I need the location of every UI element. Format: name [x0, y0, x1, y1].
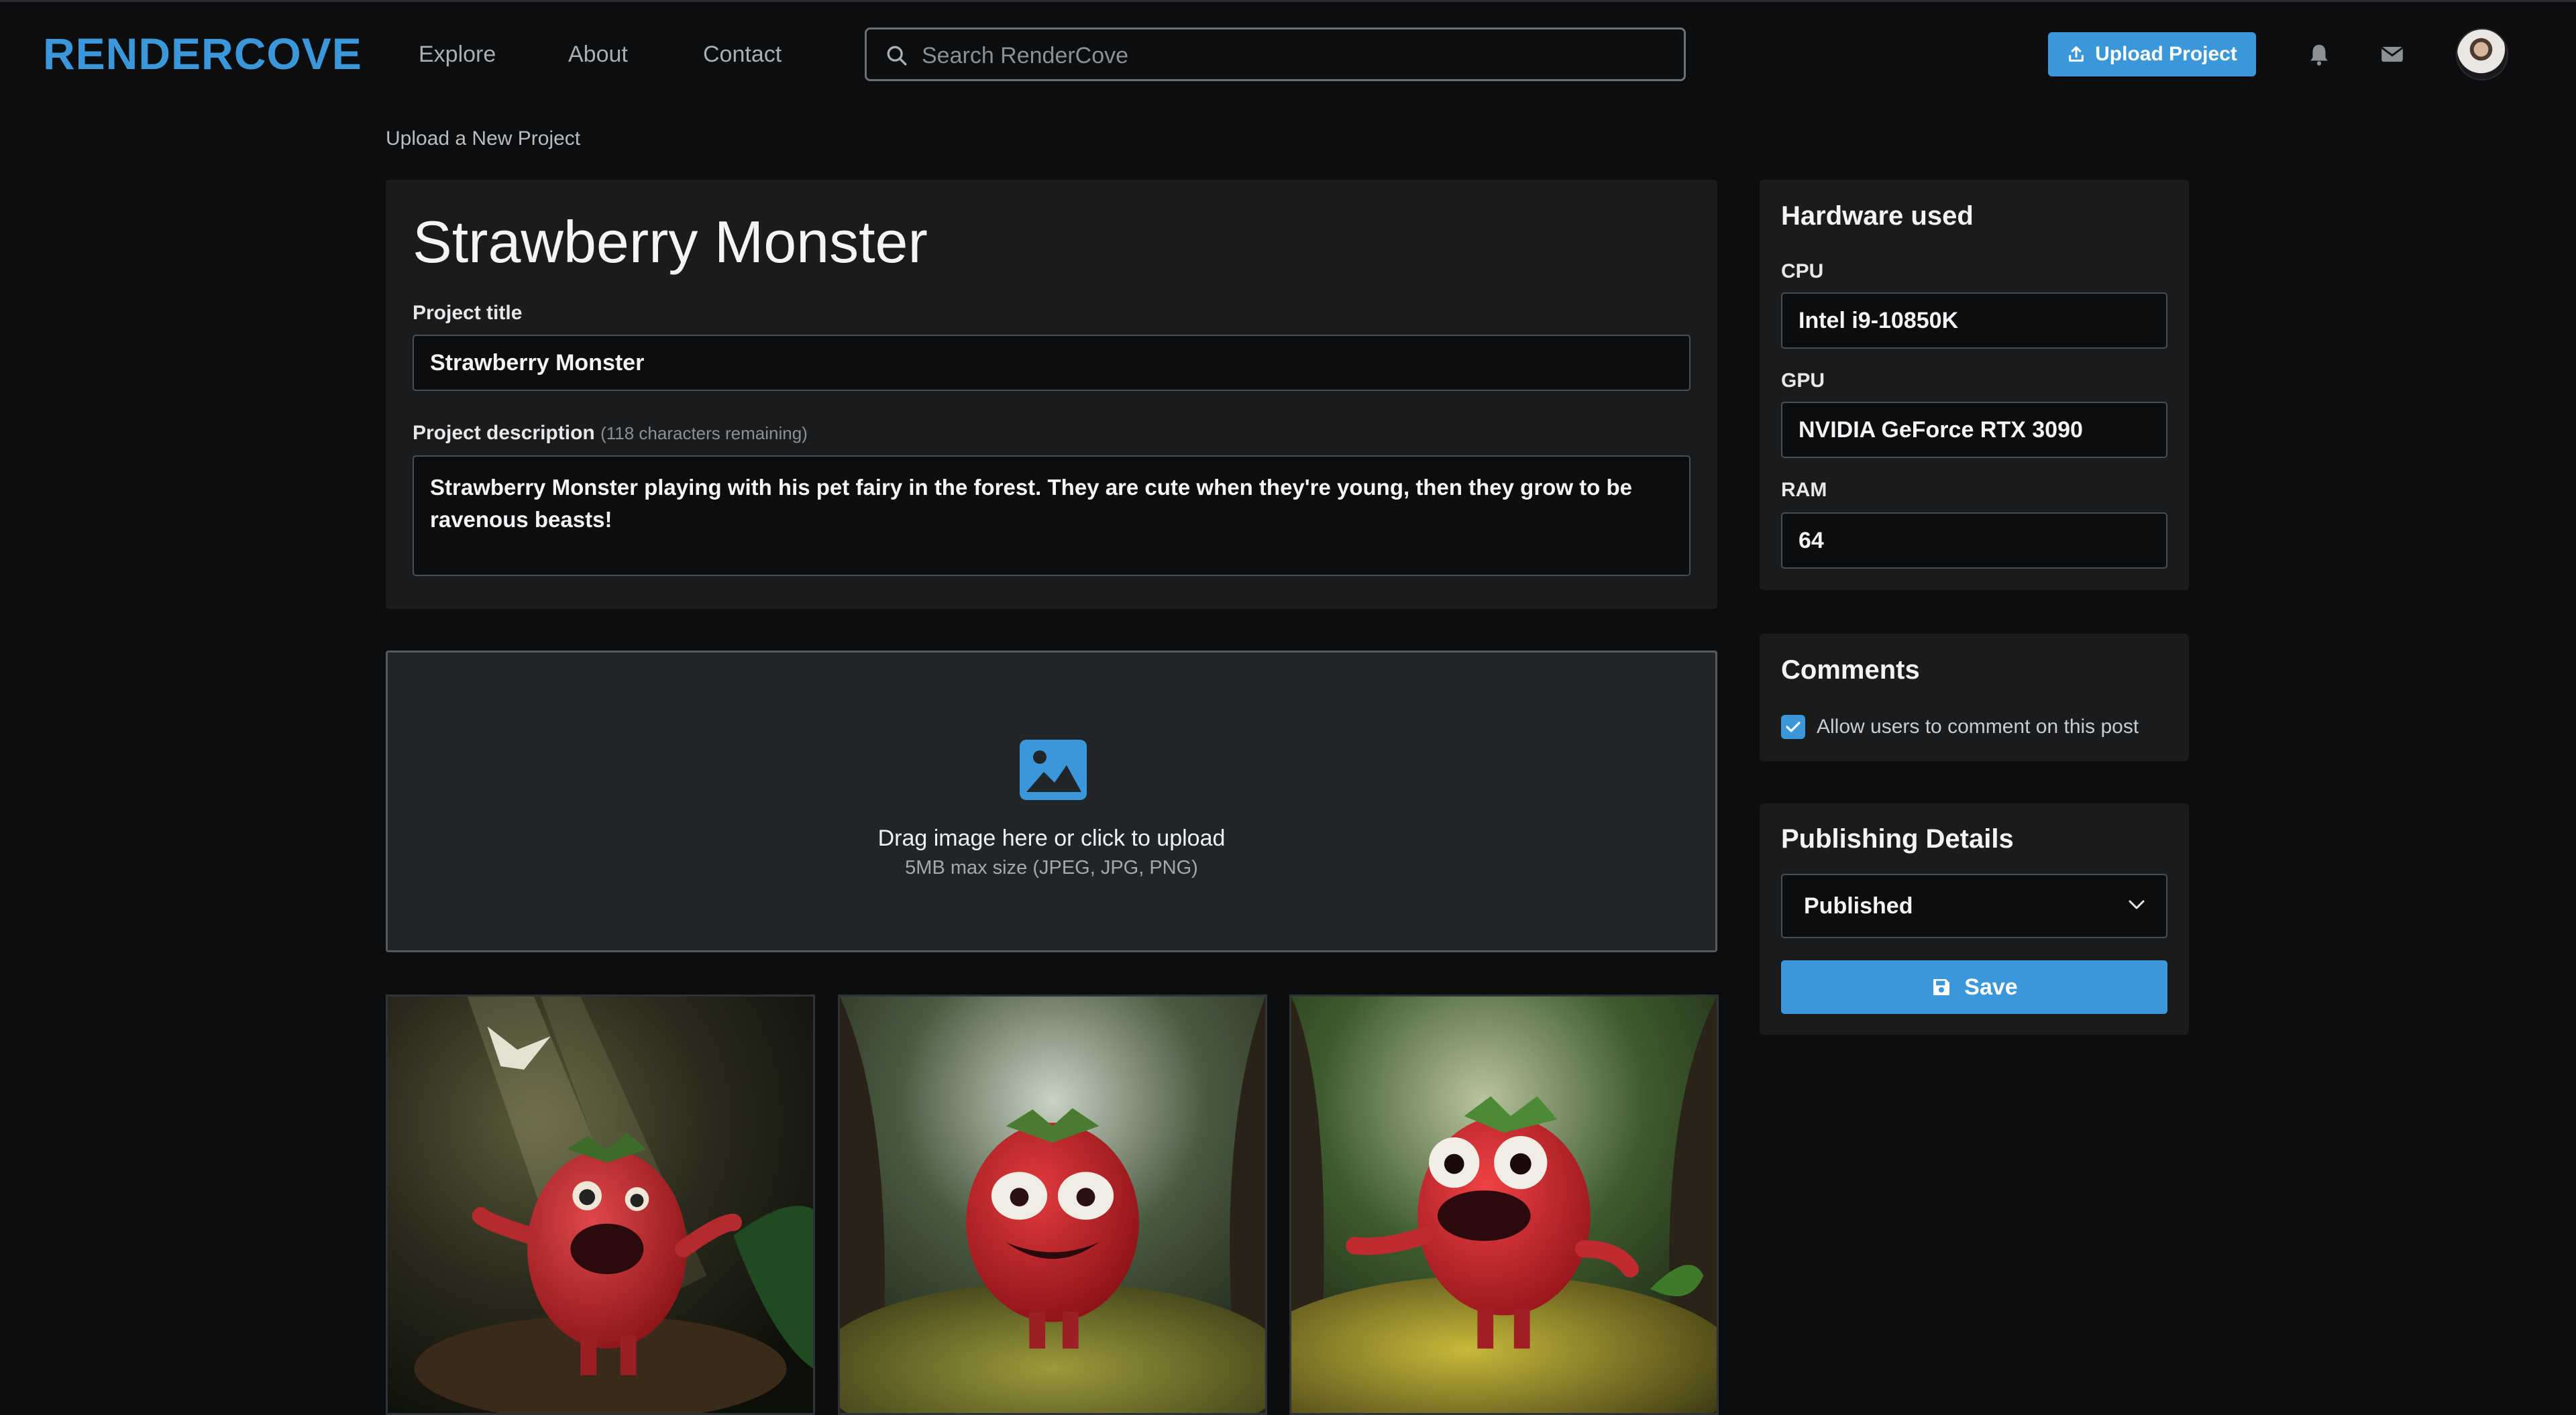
upload-icon	[2069, 46, 2084, 62]
site-logo[interactable]: RENDERCOVE	[43, 28, 362, 79]
gallery-thumbnail-1[interactable]	[386, 995, 815, 1415]
project-title-input[interactable]: Strawberry Monster	[413, 335, 1690, 391]
checkmark-icon	[1786, 722, 1801, 732]
strawberry-monster-image-2	[840, 997, 1265, 1413]
search-input[interactable]: Search RenderCove	[865, 27, 1686, 81]
nav-about-link[interactable]: About	[568, 42, 628, 68]
project-description-textarea[interactable]: Strawberry Monster playing with his pet …	[413, 455, 1690, 576]
publishing-status-select[interactable]: Published	[1781, 874, 2167, 938]
comments-panel	[1760, 634, 2189, 761]
ram-label: RAM	[1781, 479, 1827, 501]
breadcrumb: Upload a New Project	[386, 127, 581, 150]
upload-instruction: Drag image here or click to upload	[877, 826, 1226, 851]
cpu-label: CPU	[1781, 260, 1824, 282]
save-button[interactable]: Save	[1781, 960, 2167, 1014]
upload-size-hint: 5MB max size (JPEG, JPG, PNG)	[905, 857, 1198, 879]
upload-project-label: Upload Project	[2095, 43, 2237, 65]
project-description-label-text: Project description	[413, 422, 595, 444]
cpu-input[interactable]: Intel i9-10850K	[1781, 292, 2167, 349]
strawberry-monster-image-1	[388, 997, 813, 1413]
ram-input[interactable]: 64	[1781, 512, 2167, 569]
strawberry-monster-image-3	[1291, 997, 1717, 1413]
project-description-label: Project description (118 characters rema…	[413, 422, 808, 445]
search-icon	[887, 46, 907, 66]
publishing-heading: Publishing Details	[1781, 824, 2014, 854]
nav-explore-link[interactable]: Explore	[419, 42, 496, 68]
save-label: Save	[1964, 974, 2018, 1000]
nav-contact-link[interactable]: Contact	[703, 42, 782, 68]
gallery-thumbnail-3[interactable]	[1289, 995, 1719, 1415]
allow-comments-checkbox[interactable]	[1781, 715, 1805, 739]
page-title: Strawberry Monster	[413, 209, 928, 275]
publishing-status-value: Published	[1804, 893, 1913, 919]
gpu-input[interactable]: NVIDIA GeForce RTX 3090	[1781, 402, 2167, 458]
characters-remaining-hint: (118 characters remaining)	[600, 423, 808, 443]
save-icon	[1933, 979, 1950, 995]
gpu-label: GPU	[1781, 370, 1825, 392]
hardware-heading: Hardware used	[1781, 201, 1974, 231]
upload-project-button[interactable]: Upload Project	[2048, 32, 2256, 76]
allow-comments-label[interactable]: Allow users to comment on this post	[1817, 716, 2139, 738]
chevron-down-icon	[2129, 900, 2145, 909]
image-icon	[1020, 740, 1087, 800]
image-upload-dropzone[interactable]: Drag image here or click to upload 5MB m…	[386, 650, 1717, 952]
gallery-thumbnail-2[interactable]	[838, 995, 1267, 1415]
project-title-label: Project title	[413, 302, 523, 324]
mail-icon[interactable]	[2379, 42, 2406, 67]
user-avatar[interactable]	[2456, 28, 2508, 80]
search-placeholder: Search RenderCove	[922, 43, 1129, 68]
bell-icon[interactable]	[2306, 42, 2332, 67]
comments-heading: Comments	[1781, 655, 1920, 685]
